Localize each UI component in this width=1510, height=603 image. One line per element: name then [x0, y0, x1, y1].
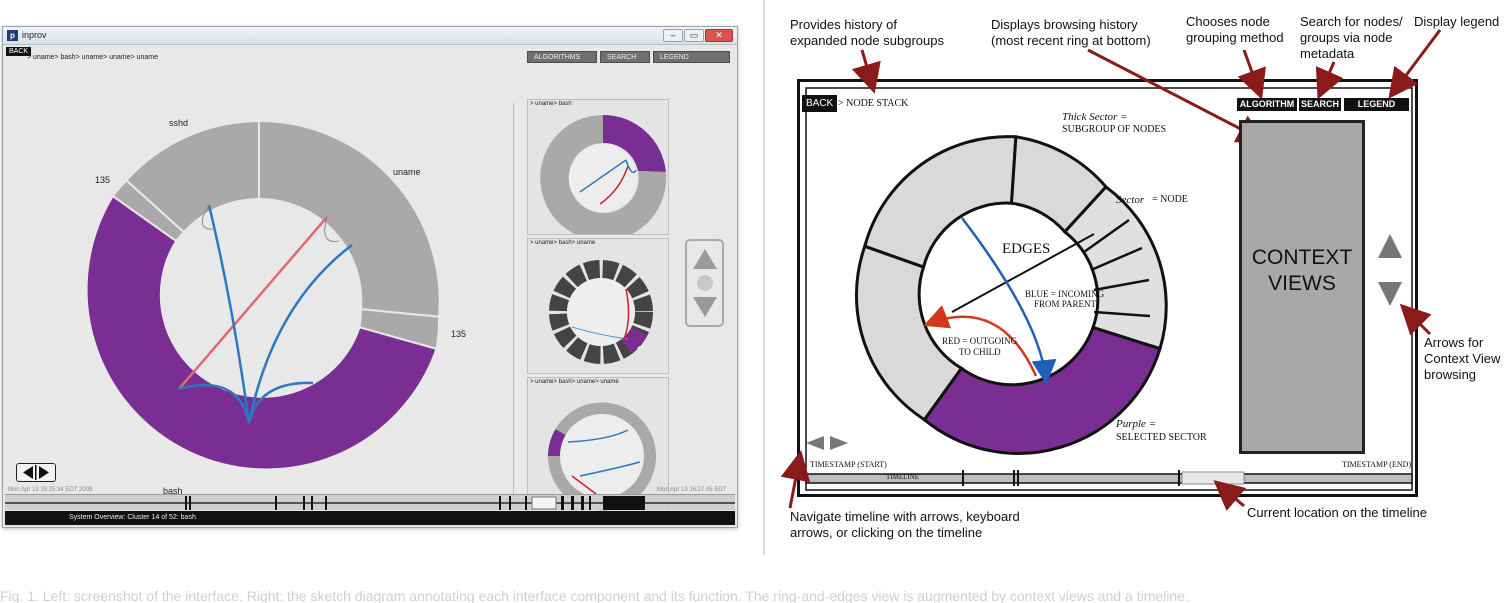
sketch-red-label-2: to child	[959, 347, 1001, 357]
annotation-grouping: Chooses node grouping method	[1186, 14, 1284, 46]
sketch-blue-label-1: Blue = Incoming	[1025, 289, 1105, 299]
sketch-timeline-current	[1181, 471, 1245, 485]
sketch-sector-label-b: = node	[1152, 194, 1188, 205]
sketch-thick-sector-label-1: Thick Sector =	[1062, 111, 1128, 123]
sketch-legend-label: LEGEND	[1344, 98, 1409, 111]
annotation-arrows-line-3: browsing	[1424, 367, 1477, 382]
sketch-context-label-2: VIEWS	[1268, 272, 1336, 295]
annotation-arrows-line-2: Context View	[1424, 351, 1501, 366]
sketch-timeline-label: TIMELINE	[886, 473, 920, 481]
annotation-grouping-line-2: grouping method	[1186, 30, 1284, 45]
annotation-search-line-2: groups via node	[1300, 30, 1393, 45]
annotation-browsing: Displays browsing history (most recent r…	[991, 17, 1151, 49]
arrow-navigate	[780, 450, 811, 509]
sketch-thick-sector-top	[862, 135, 1018, 270]
sketch-node-stack: > NODE STACK	[838, 98, 909, 109]
annotation-search: Search for nodes/ groups via node metada…	[1300, 14, 1403, 62]
sketch-timestamp-end: TIMESTAMP (END)	[1342, 460, 1412, 469]
annotation-current: Current location on the timeline	[1247, 505, 1427, 520]
annotation-search-line-3: metadata	[1300, 46, 1355, 61]
sketch-down-arrow-icon	[1378, 282, 1402, 306]
sketch-thick-sector-label-2: subgroup of nodes	[1062, 124, 1167, 135]
annotation-history: Provides history of expanded node subgro…	[790, 17, 944, 49]
arrow-history	[851, 49, 881, 94]
annotation-navigate: Navigate timeline with arrows, keyboard …	[790, 509, 1020, 541]
sketch-purple-label-2: Selected sector	[1116, 432, 1207, 443]
arrow-current	[1213, 480, 1247, 511]
annotation-browsing-line-1: Displays browsing history	[991, 17, 1138, 32]
annotation-arrows-line-1: Arrows for	[1424, 335, 1484, 350]
sketch-context-label-1: CONTEXT	[1251, 246, 1353, 269]
sketch-context-views: CONTEXT VIEWS	[1239, 120, 1365, 454]
sketch-edges-label: Edges	[1002, 241, 1051, 257]
sketch-blue-label-2: from parent	[1034, 299, 1096, 309]
annotation-grouping-line-1: Chooses node	[1186, 14, 1270, 29]
annotation-navigate-line-1: Navigate timeline with arrows, keyboard	[790, 509, 1020, 524]
annotation-arrows: Arrows for Context View browsing	[1424, 335, 1500, 383]
arrow-context	[1399, 303, 1432, 336]
sketch-purple-label-1: Purple =	[1116, 418, 1157, 430]
annotation-browsing-line-2: (most recent ring at bottom)	[991, 33, 1151, 48]
arrow-search	[1315, 61, 1344, 100]
sketch-algorithm-label: ALGORITHM	[1237, 98, 1297, 111]
figure-caption: Fig. 1. Left: screenshot of the interfac…	[0, 588, 1189, 603]
annotation-navigate-line-2: arrows, or clicking on the timeline	[790, 525, 983, 540]
sketch-prev-arrow-icon	[806, 436, 824, 450]
sketch-up-arrow-icon	[1378, 234, 1402, 258]
sketch-red-label-1: Red = Outgoing	[942, 336, 1018, 346]
sketch-search-label: SEARCH	[1299, 98, 1341, 111]
annotation-history-line-1: Provides history of	[790, 17, 897, 32]
sketch-next-arrow-icon	[830, 436, 848, 450]
annotation-search-line-1: Search for nodes/	[1300, 14, 1403, 29]
sketch-sector-label-a: Sector	[1116, 194, 1145, 206]
annotation-legend: Display legend	[1414, 14, 1500, 29]
sketch-timestamp-start: TIMESTAMP (START)	[810, 460, 887, 469]
sketch-back-label: BACK	[802, 95, 838, 112]
annotation-history-line-2: expanded node subgroups	[790, 33, 944, 48]
